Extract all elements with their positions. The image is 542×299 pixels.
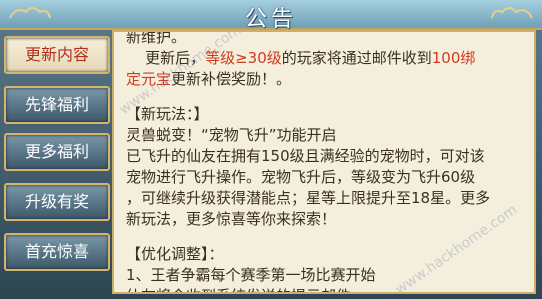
content-line: ，可继续升级获得潜能点；星等上限提升至18星。更多 bbox=[126, 189, 491, 207]
content-line: 已飞升的仙友在拥有150级且满经验的宠物时，可对该 bbox=[126, 147, 485, 165]
reward-amount: 100绑 bbox=[431, 49, 476, 67]
tab-pioneer-benefits[interactable]: 先锋福利 bbox=[4, 86, 110, 124]
content-line: 1、王者争霸每个赛季第一场比赛开始 bbox=[126, 266, 376, 284]
content-line: 新玩法，更多惊喜等你来探索！ bbox=[126, 210, 337, 228]
sidebar: 更新内容 先锋福利 更多福利 升级有奖 首充惊喜 bbox=[4, 32, 110, 294]
cloud-ornament-icon bbox=[491, 7, 533, 19]
tab-level-rewards[interactable]: 升级有奖 bbox=[4, 183, 110, 221]
tab-first-recharge[interactable]: 首充惊喜 bbox=[4, 233, 110, 271]
tab-update-content[interactable]: 更新内容 bbox=[4, 36, 110, 74]
section-title-new-gameplay: 【新玩法：】 bbox=[126, 105, 209, 123]
notice-window: 公告 更新内容 先锋福利 更多福利 升级有奖 首充惊喜 新维护。 更新后，等级≥… bbox=[0, 0, 542, 299]
announcement-content[interactable]: 新维护。 更新后，等级≥30级的玩家将通过邮件收到100绑 定元宝更新补偿奖励！… bbox=[112, 30, 536, 294]
content-line: 宠物进行飞升操作。宠物飞升后，等级变为飞升60级 bbox=[126, 168, 476, 186]
tab-more-benefits[interactable]: 更多福利 bbox=[4, 133, 110, 171]
page-title: 公告 bbox=[244, 7, 297, 32]
content-line: 灵兽蜕变！“宠物飞升”功能开启 bbox=[126, 126, 337, 144]
content-line: 新维护。 bbox=[126, 30, 187, 46]
content-line: 仙友将会收到系统发送的提示邮件 bbox=[126, 286, 528, 292]
title-bar: 公告 bbox=[0, 0, 542, 32]
